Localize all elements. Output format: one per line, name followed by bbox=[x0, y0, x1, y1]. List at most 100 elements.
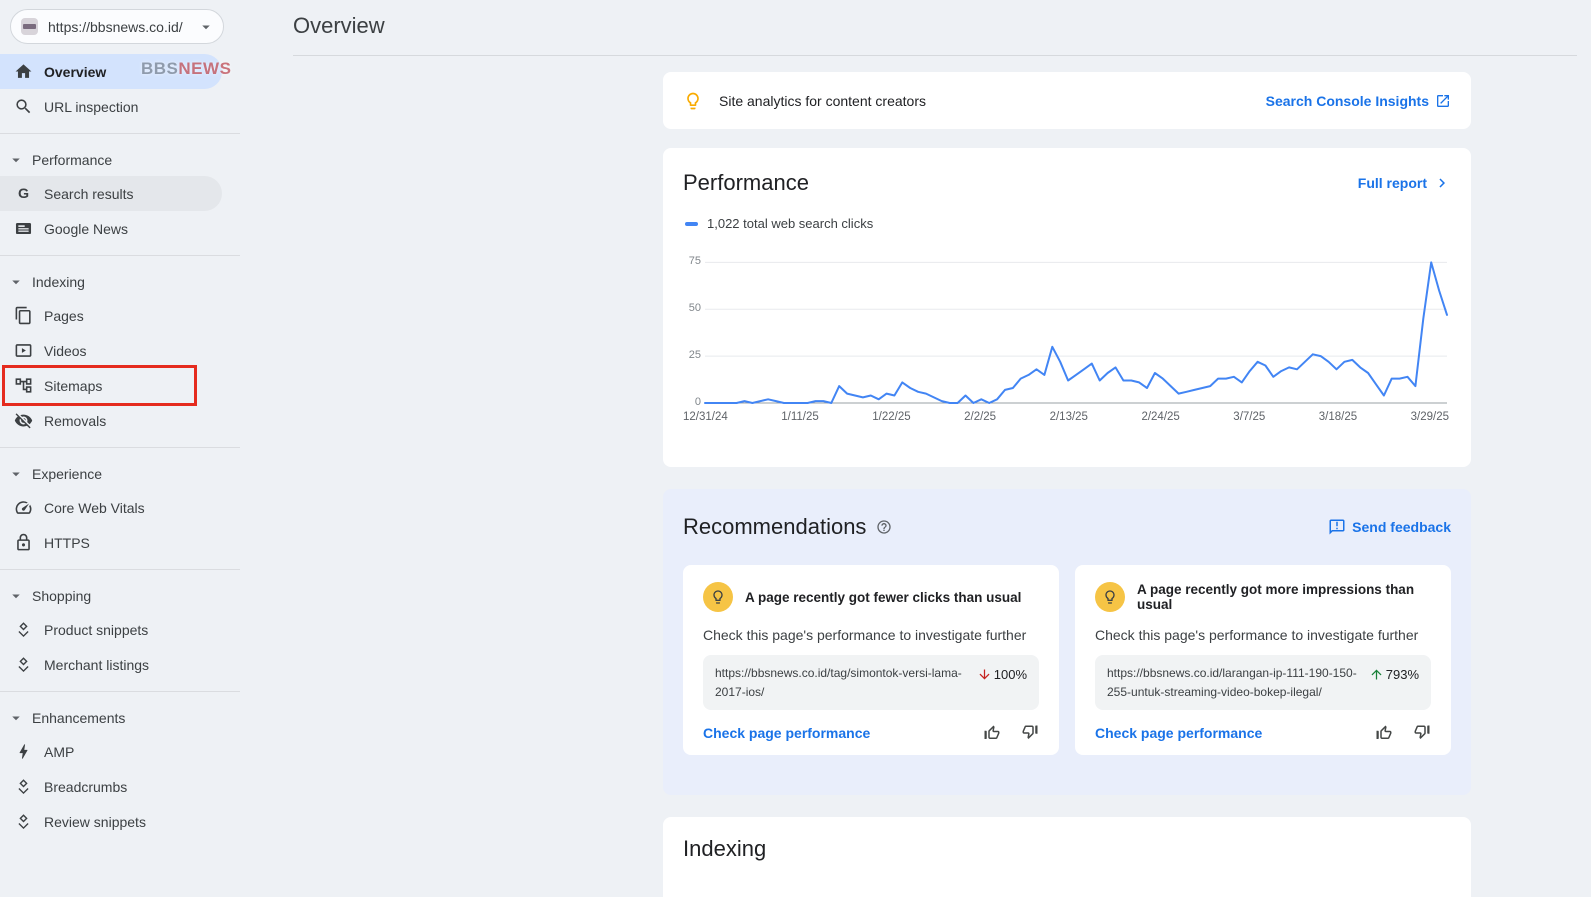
sidebar-section-label: Shopping bbox=[32, 588, 91, 604]
sidebar-item-product-snippets[interactable]: Product snippets bbox=[0, 612, 222, 647]
change-badge: 100% bbox=[977, 667, 1027, 682]
indexing-title: Indexing bbox=[683, 836, 1451, 862]
home-icon bbox=[14, 62, 33, 81]
sidebar-item-breadcrumbs[interactable]: Breadcrumbs bbox=[0, 769, 222, 804]
x-axis-label: 2/2/25 bbox=[964, 411, 996, 423]
sidebar-section-performance[interactable]: Performance bbox=[0, 143, 240, 176]
sidebar-nav: Overview URL inspection PerformanceGSearch… bbox=[0, 54, 240, 839]
recommendation-card: A page recently got more impressions tha… bbox=[1075, 565, 1451, 755]
performance-title: Performance bbox=[683, 170, 809, 196]
full-report-link[interactable]: Full report bbox=[1358, 174, 1451, 192]
recommendation-footer: Check page performance bbox=[703, 724, 1039, 742]
sidebar-item-removals[interactable]: Removals bbox=[0, 403, 222, 438]
x-axis-label: 3/7/25 bbox=[1233, 411, 1265, 423]
pages-icon bbox=[14, 306, 33, 325]
https-lock-icon bbox=[14, 533, 33, 552]
caret-down-icon bbox=[7, 273, 25, 291]
sidebar-section-label: Indexing bbox=[32, 274, 85, 290]
sidebar-item-label: Core Web Vitals bbox=[44, 500, 145, 516]
sidebar-item-overview[interactable]: Overview bbox=[0, 54, 222, 89]
sidebar-section-enhancements[interactable]: Enhancements bbox=[0, 701, 240, 734]
sidebar-divider bbox=[0, 569, 240, 570]
sidebar-item-label: URL inspection bbox=[44, 99, 138, 115]
removals-icon bbox=[14, 411, 33, 430]
x-axis-label: 12/31/24 bbox=[683, 411, 728, 423]
sidebar-item-label: Product snippets bbox=[44, 622, 148, 638]
sidebar-divider bbox=[0, 691, 240, 692]
lightbulb-icon bbox=[683, 91, 703, 111]
sidebar-item-review-snippets[interactable]: Review snippets bbox=[0, 804, 222, 839]
arrow-up-icon bbox=[1369, 667, 1384, 682]
page-url-box: https://bbsnews.co.id/larangan-ip-111-19… bbox=[1095, 655, 1431, 710]
property-selector[interactable]: https://bbsnews.co.id/ bbox=[10, 9, 224, 44]
sidebar-item-label: Videos bbox=[44, 343, 87, 359]
sidebar: https://bbsnews.co.id/ Overview URL inspe… bbox=[0, 0, 240, 849]
sidebar-section-shopping[interactable]: Shopping bbox=[0, 579, 240, 612]
sidebar-item-label: Removals bbox=[44, 413, 106, 429]
send-feedback-link[interactable]: Send feedback bbox=[1328, 518, 1451, 536]
sidebar-item-label: Merchant listings bbox=[44, 657, 149, 673]
check-page-performance-link[interactable]: Check page performance bbox=[703, 725, 870, 741]
chevron-right-icon bbox=[1433, 174, 1451, 192]
site-favicon bbox=[21, 18, 38, 35]
snippet-icon bbox=[14, 777, 33, 796]
dropdown-caret-icon bbox=[197, 18, 215, 36]
sidebar-section-indexing[interactable]: Indexing bbox=[0, 265, 240, 298]
sidebar-item-search-results[interactable]: GSearch results bbox=[0, 176, 222, 211]
y-axis-labels: 0255075 bbox=[683, 253, 701, 403]
sidebar-item-label: Pages bbox=[44, 308, 84, 324]
sitemaps-icon bbox=[14, 376, 33, 395]
sidebar-item-core-web-vitals[interactable]: Core Web Vitals bbox=[0, 490, 222, 525]
thumb-down-icon[interactable] bbox=[1413, 724, 1431, 742]
page-url-box: https://bbsnews.co.id/tag/simontok-versi… bbox=[703, 655, 1039, 710]
performance-chart: 0255075 12/31/241/11/251/22/252/2/252/13… bbox=[683, 253, 1451, 438]
recommendation-footer: Check page performance bbox=[1095, 724, 1431, 742]
thumb-down-icon[interactable] bbox=[1021, 724, 1039, 742]
page-title: Overview bbox=[293, 13, 385, 39]
recommendation-card-header: A page recently got more impressions tha… bbox=[1095, 582, 1431, 612]
x-axis-label: 1/11/25 bbox=[781, 411, 819, 423]
sidebar-item-sitemaps[interactable]: Sitemaps bbox=[0, 368, 222, 403]
caret-down-icon bbox=[7, 587, 25, 605]
sidebar-item-label: Breadcrumbs bbox=[44, 779, 127, 795]
lightbulb-icon bbox=[703, 582, 733, 612]
snippet-icon bbox=[14, 655, 33, 674]
check-page-performance-link[interactable]: Check page performance bbox=[1095, 725, 1262, 741]
sidebar-item-label: HTTPS bbox=[44, 535, 90, 551]
sidebar-item-url-inspection[interactable]: URL inspection bbox=[0, 89, 222, 124]
sidebar-item-google-news[interactable]: Google News bbox=[0, 211, 222, 246]
sidebar-item-amp[interactable]: AMP bbox=[0, 734, 222, 769]
search-console-insights-link[interactable]: Search Console Insights bbox=[1266, 93, 1451, 109]
sidebar-section-label: Enhancements bbox=[32, 710, 125, 726]
sidebar-item-pages[interactable]: Pages bbox=[0, 298, 222, 333]
thumb-up-icon[interactable] bbox=[1375, 724, 1393, 742]
x-axis-label: 1/22/25 bbox=[872, 411, 910, 423]
x-axis-labels: 12/31/241/11/251/22/252/2/252/13/252/24/… bbox=[683, 411, 1449, 423]
sidebar-item-label: Overview bbox=[44, 64, 106, 80]
thumb-up-icon[interactable] bbox=[983, 724, 1001, 742]
performance-card: Performance Full report 1,022 total web … bbox=[663, 148, 1471, 467]
amp-icon bbox=[14, 742, 33, 761]
help-icon[interactable] bbox=[876, 519, 892, 535]
sidebar-item-https[interactable]: HTTPS bbox=[0, 525, 222, 560]
feedback-icon bbox=[1328, 518, 1346, 536]
header-divider bbox=[293, 55, 1577, 56]
page-url: https://bbsnews.co.id/tag/simontok-versi… bbox=[715, 664, 967, 701]
chart-legend: 1,022 total web search clicks bbox=[685, 216, 1471, 231]
sidebar-item-label: Google News bbox=[44, 221, 128, 237]
x-axis-label: 3/29/25 bbox=[1411, 411, 1449, 423]
y-axis-label: 50 bbox=[689, 302, 701, 314]
sidebar-section-experience[interactable]: Experience bbox=[0, 457, 240, 490]
sidebar-item-videos[interactable]: Videos bbox=[0, 333, 222, 368]
legend-label: 1,022 total web search clicks bbox=[707, 216, 873, 231]
x-axis-label: 3/18/25 bbox=[1319, 411, 1357, 423]
core-web-vitals-icon bbox=[14, 498, 33, 517]
caret-down-icon bbox=[7, 465, 25, 483]
sidebar-item-label: AMP bbox=[44, 744, 74, 760]
insights-bar: Site analytics for content creators Sear… bbox=[663, 72, 1471, 129]
sidebar-item-merchant-listings[interactable]: Merchant listings bbox=[0, 647, 222, 682]
recommendation-cards: A page recently got fewer clicks than us… bbox=[683, 565, 1451, 755]
page-url: https://bbsnews.co.id/larangan-ip-111-19… bbox=[1107, 664, 1359, 701]
change-percent: 100% bbox=[994, 667, 1027, 682]
change-badge: 793% bbox=[1369, 667, 1419, 682]
